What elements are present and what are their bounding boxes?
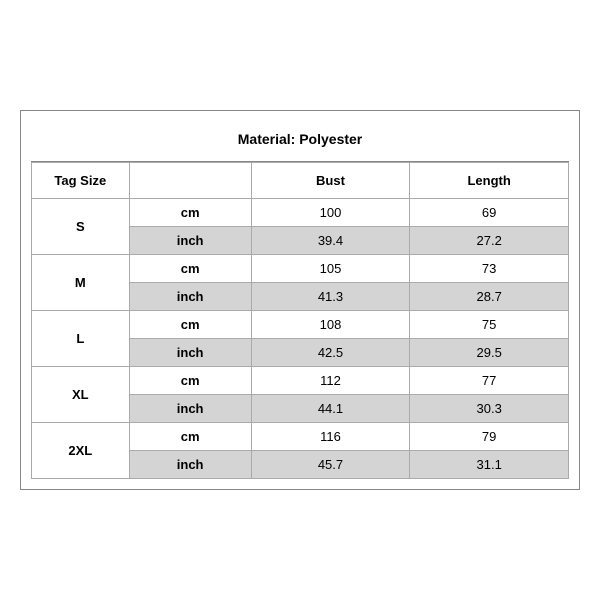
size-cell: M [32,255,130,311]
bust-cm: 100 [251,199,410,227]
unit-cm: cm [129,367,251,395]
length-inch: 30.3 [410,395,569,423]
bust-header: Bust [251,163,410,199]
bust-cm: 112 [251,367,410,395]
length-header: Length [410,163,569,199]
size-cell: 2XL [32,423,130,479]
chart-title: Material: Polyester [31,121,569,162]
unit-cm: cm [129,423,251,451]
table-row: Scm10069 [32,199,569,227]
length-cm: 69 [410,199,569,227]
length-cm: 73 [410,255,569,283]
size-cell: S [32,199,130,255]
bust-inch: 44.1 [251,395,410,423]
length-cm: 77 [410,367,569,395]
unit-inch: inch [129,283,251,311]
table-header-row: Tag Size Bust Length [32,163,569,199]
bust-inch: 39.4 [251,227,410,255]
unit-inch: inch [129,451,251,479]
table-row: Mcm10573 [32,255,569,283]
length-inch: 29.5 [410,339,569,367]
length-inch: 31.1 [410,451,569,479]
unit-cm: cm [129,255,251,283]
unit-header [129,163,251,199]
bust-inch: 42.5 [251,339,410,367]
length-inch: 28.7 [410,283,569,311]
table-row: 2XLcm11679 [32,423,569,451]
length-inch: 27.2 [410,227,569,255]
size-chart-container: Material: Polyester Tag Size Bust Length… [20,110,580,490]
size-cell: XL [32,367,130,423]
unit-inch: inch [129,339,251,367]
unit-cm: cm [129,199,251,227]
bust-inch: 45.7 [251,451,410,479]
tag-size-header: Tag Size [32,163,130,199]
length-cm: 75 [410,311,569,339]
bust-cm: 108 [251,311,410,339]
table-row: XLcm11277 [32,367,569,395]
bust-cm: 105 [251,255,410,283]
unit-inch: inch [129,227,251,255]
table-row: Lcm10875 [32,311,569,339]
length-cm: 79 [410,423,569,451]
size-cell: L [32,311,130,367]
unit-cm: cm [129,311,251,339]
size-table: Tag Size Bust Length Scm10069inch39.427.… [31,162,569,479]
unit-inch: inch [129,395,251,423]
bust-cm: 116 [251,423,410,451]
bust-inch: 41.3 [251,283,410,311]
